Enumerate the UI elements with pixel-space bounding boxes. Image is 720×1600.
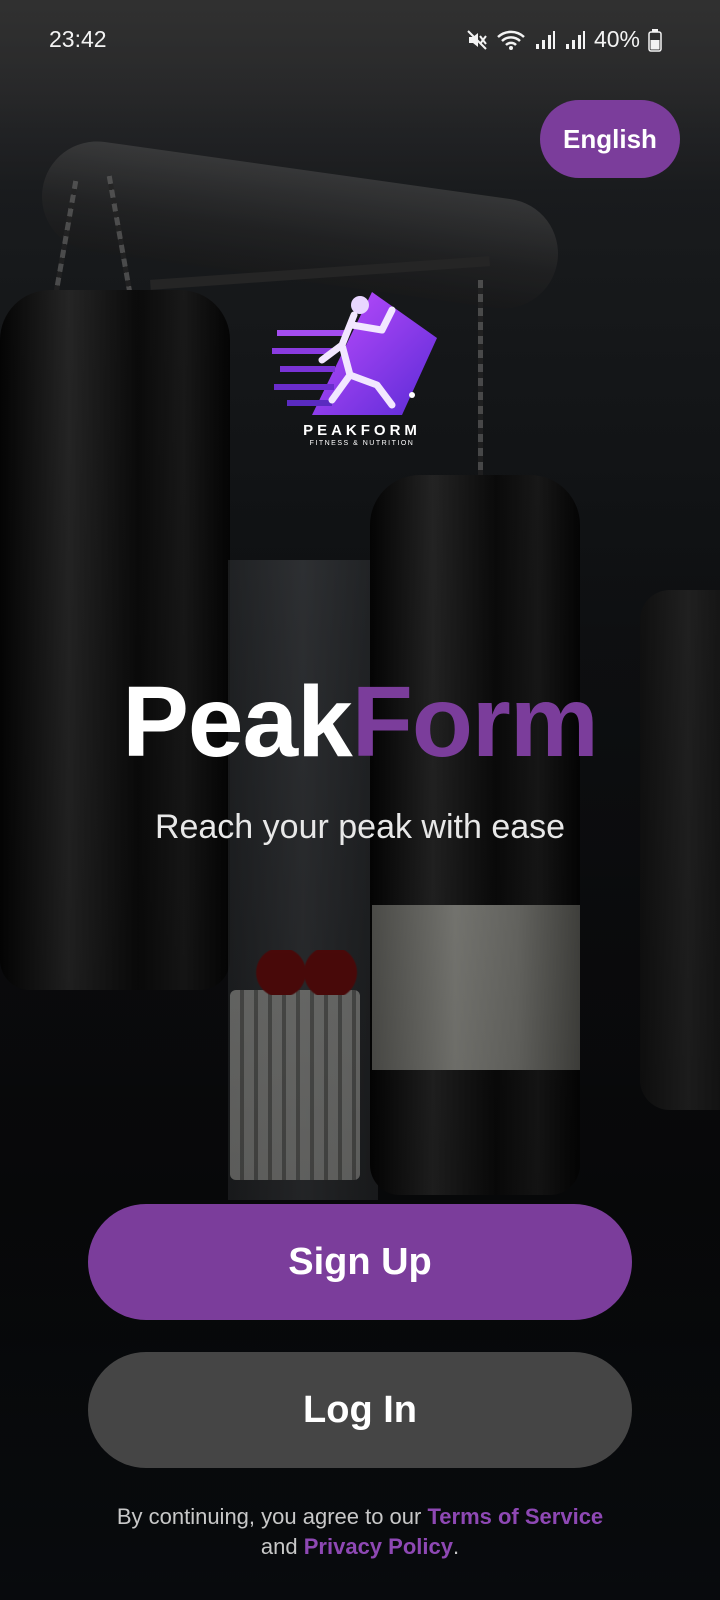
signal-icon: [564, 29, 586, 51]
battery-percent: 40%: [593, 26, 640, 52]
app-logo: PEAKFORM FITNESS & NUTRITION: [272, 290, 452, 460]
status-bar: 23:42 40%: [0, 0, 720, 80]
logo-subtitle: FITNESS & NUTRITION: [309, 440, 415, 447]
mute-icon: [466, 29, 488, 51]
legal-prefix: By continuing, you agree to our: [116, 1504, 422, 1529]
language-button[interactable]: English: [540, 100, 680, 178]
app-title: PeakForm: [0, 672, 720, 772]
wifi-icon: [496, 29, 526, 51]
battery-icon: [648, 28, 662, 52]
status-icons: 40%: [466, 26, 662, 53]
terms-of-service-link[interactable]: Terms of Service: [427, 1504, 603, 1529]
logo-wordmark: PEAKFORM: [303, 422, 421, 439]
status-time: 23:42: [49, 26, 107, 52]
log-in-button[interactable]: Log In: [88, 1352, 632, 1468]
legal-suffix: .: [452, 1534, 460, 1559]
app-title-form: Form: [351, 666, 599, 778]
runner-logo-icon: [272, 292, 437, 415]
signal-icon: [534, 29, 556, 51]
tagline: Reach your peak with ease: [154, 808, 566, 846]
legal-middle: and: [260, 1534, 298, 1559]
privacy-policy-link[interactable]: Privacy Policy: [304, 1534, 453, 1559]
legal-notice: By continuing, you agree to our Terms of…: [0, 1502, 720, 1562]
sign-up-button[interactable]: Sign Up: [88, 1204, 632, 1320]
app-title-peak: Peak: [122, 666, 353, 778]
